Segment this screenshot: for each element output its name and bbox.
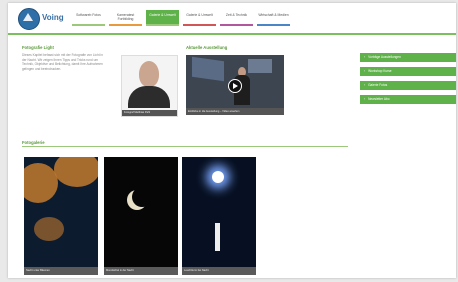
main-nav: Softwareb Fotos Kameratest Fortbilding G… [72, 10, 294, 30]
lighthouse-tower [215, 223, 220, 251]
gallery-caption-1: Nacht unter Bäumen [24, 267, 98, 275]
nav-item-2[interactable]: Kameratest Fortbilding [109, 10, 142, 26]
tree-foliage [34, 217, 64, 241]
tree-foliage [54, 157, 98, 187]
logo-icon [18, 8, 40, 30]
gallery-divider [22, 146, 348, 147]
side-link-2[interactable]: Workshop Kurse [360, 67, 456, 76]
nav-item-3[interactable]: Galerie & Umwelt [146, 10, 179, 26]
gallery-image-1[interactable]: Nacht unter Bäumen [24, 157, 98, 275]
video-screen-right [248, 59, 272, 73]
gallery-image-2[interactable]: Mondsichel in der Nacht [104, 157, 178, 275]
nav-item-6[interactable]: Wirtschaft & Medien [257, 10, 290, 26]
portrait-image[interactable]: Fotograf Matthias Pahl [121, 55, 178, 117]
portrait-body [128, 86, 170, 108]
video-caption: Einblicke in die Ausstellung – Video ans… [186, 108, 284, 115]
video-screen-left [192, 56, 224, 82]
tree-foliage [24, 163, 58, 203]
side-link-1[interactable]: Vorträge Ausstellungen [360, 53, 456, 62]
intro-text: Dieses Kapitel befasst sich mit der Foto… [22, 53, 103, 71]
side-link-list: Vorträge Ausstellungen Workshop Kurse Ga… [360, 53, 456, 109]
gallery-caption-2: Mondsichel in der Nacht [104, 267, 178, 275]
play-icon[interactable] [228, 79, 242, 93]
intro-title: Fotografie Light [22, 45, 54, 50]
portrait-face [139, 61, 159, 87]
side-link-3[interactable]: Galerie Fotos [360, 81, 456, 90]
gallery-title: Fotogalerie [22, 140, 45, 145]
logo-text: Voing [42, 13, 64, 22]
nav-item-5[interactable]: Zeit & Technik [220, 10, 253, 26]
portrait-caption: Fotograf Matthias Pahl [122, 110, 177, 116]
header-divider [8, 33, 456, 35]
logo[interactable]: Voing [18, 8, 78, 30]
nav-item-4[interactable]: Galerie & Umwelt [183, 10, 216, 26]
video-player[interactable]: Einblicke in die Ausstellung – Video ans… [186, 55, 284, 115]
gallery-caption-3: Leuchtturm bei Nacht [182, 267, 256, 275]
side-link-4[interactable]: Newsletter Abo [360, 95, 456, 104]
moon-crescent [132, 187, 152, 207]
lighthouse-glow [212, 171, 224, 183]
nav-item-1[interactable]: Softwareb Fotos [72, 10, 105, 26]
page-frame: Voing Softwareb Fotos Kameratest Fortbil… [8, 3, 456, 278]
gallery-image-3[interactable]: Leuchtturm bei Nacht [182, 157, 256, 275]
video-title: Aktuelle Ausstellung [186, 45, 228, 50]
